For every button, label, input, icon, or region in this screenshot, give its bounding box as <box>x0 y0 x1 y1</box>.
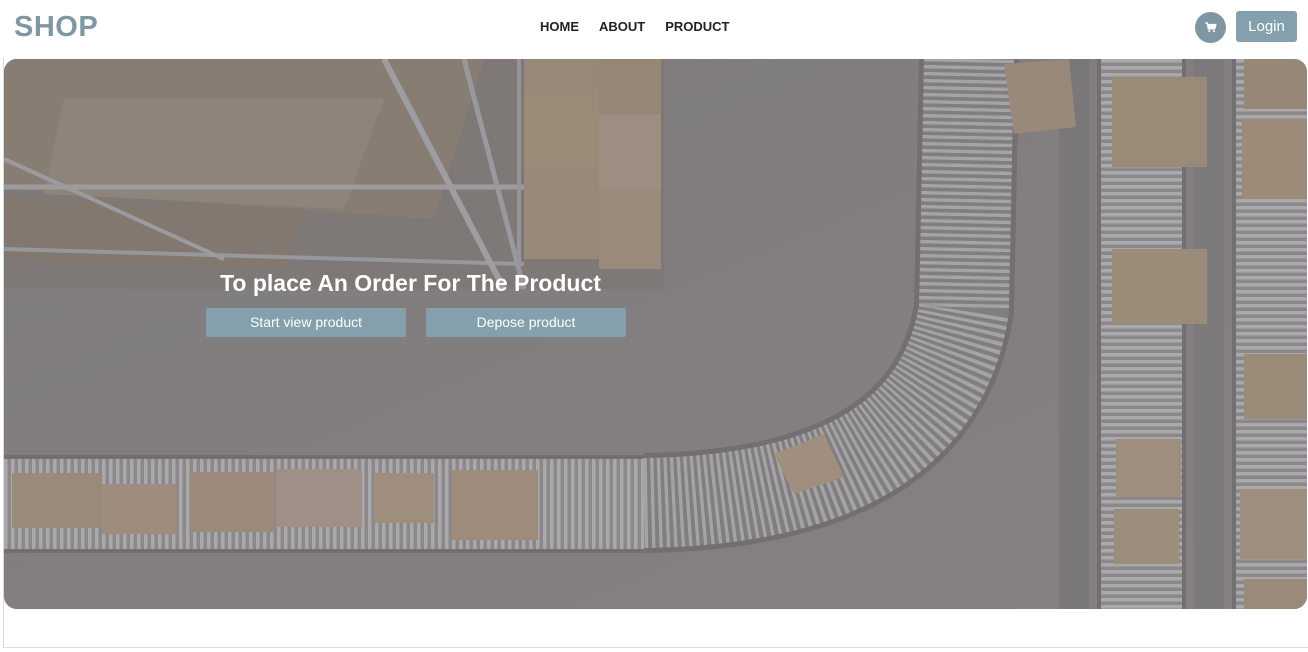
hero-title: To place An Order For The Product <box>220 270 601 297</box>
nav-about-link[interactable]: ABOUT <box>599 19 645 35</box>
hero-overlay <box>4 59 1307 609</box>
login-button[interactable]: Login <box>1236 11 1297 42</box>
hero-banner: To place An Order For The Product Start … <box>4 59 1307 609</box>
cart-icon <box>1205 22 1217 33</box>
main-nav: HOME ABOUT PRODUCT <box>540 19 730 35</box>
page: SHOP HOME ABOUT PRODUCT Login To place A… <box>0 0 1308 652</box>
start-view-product-button[interactable]: Start view product <box>206 308 406 337</box>
page-left-border <box>3 58 4 648</box>
nav-home-link[interactable]: HOME <box>540 19 579 35</box>
cart-button[interactable] <box>1195 12 1226 43</box>
depose-product-button[interactable]: Depose product <box>426 308 626 337</box>
navbar: SHOP HOME ABOUT PRODUCT Login <box>0 0 1308 56</box>
page-bottom-border <box>3 647 1308 648</box>
nav-product-link[interactable]: PRODUCT <box>665 19 729 35</box>
logo[interactable]: SHOP <box>14 9 98 45</box>
